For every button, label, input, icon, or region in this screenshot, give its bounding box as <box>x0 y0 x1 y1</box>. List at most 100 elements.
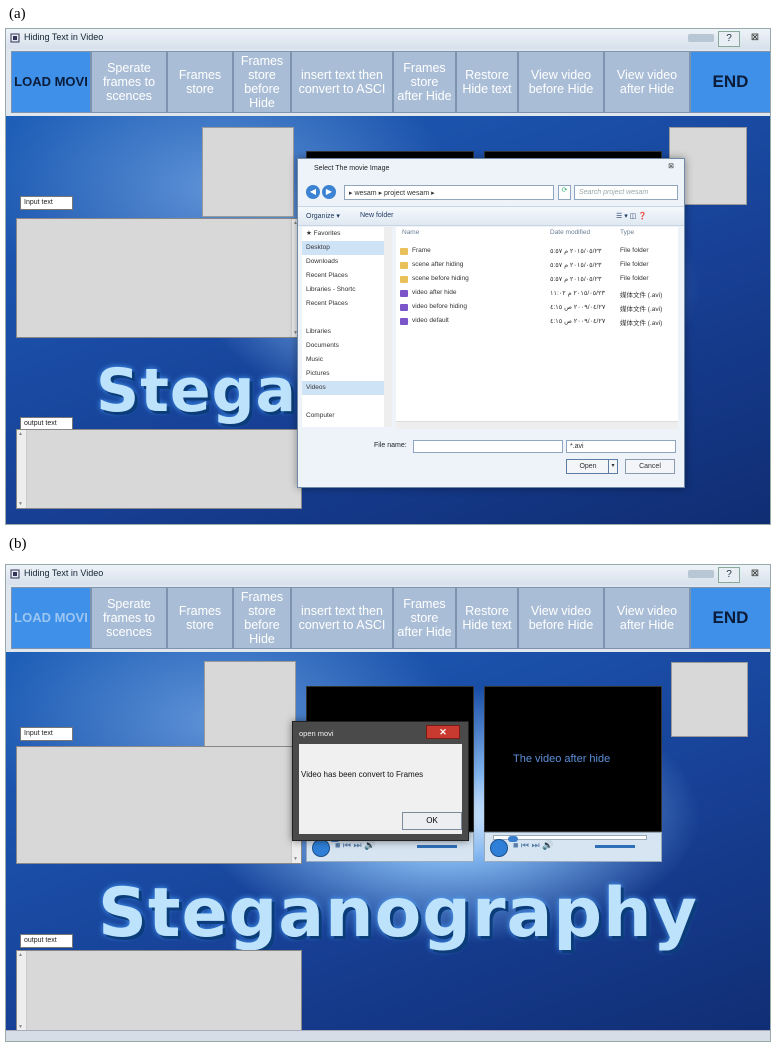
insert-text-button[interactable]: insert text then convert to ASCI <box>291 587 393 649</box>
tree-item-computer[interactable]: Computer <box>302 409 386 423</box>
file-type-select[interactable]: *.avi <box>566 440 676 453</box>
folder-icon <box>400 248 408 255</box>
open-button[interactable]: Open <box>566 459 610 474</box>
volume-slider[interactable] <box>595 845 635 848</box>
tree-item-music[interactable]: Music <box>302 353 386 367</box>
file-name: scene before hiding <box>412 275 469 282</box>
frames-store-after-hide-button[interactable]: Frames store after Hide <box>393 587 456 649</box>
file-row[interactable]: video default ٢٠٠٩/٠٤/٢٧ ص ٤:١٥ 媒体文件 (.avi… <box>396 315 678 328</box>
scrollbar[interactable] <box>17 430 27 508</box>
file-type: File folder <box>620 247 649 254</box>
file-row[interactable]: video before hiding ٢٠٠٩/٠٤/٢٧ ص ٤:١٥ 媒体文件… <box>396 301 678 314</box>
media-file-icon <box>400 290 408 297</box>
frames-store-before-hide-button[interactable]: Frames store before Hide <box>233 51 291 113</box>
frames-store-after-hide-button[interactable]: Frames store after Hide <box>393 51 456 113</box>
refresh-icon[interactable]: ⟳ <box>558 185 571 200</box>
video-after-player[interactable]: The video after hide <box>484 686 662 832</box>
input-text-label: Input text <box>20 196 73 210</box>
media-file-icon <box>400 304 408 311</box>
column-header-type[interactable]: Type <box>620 229 634 236</box>
organize-menu[interactable]: Organize ▾ <box>306 212 340 220</box>
file-date: ٢٠١٥/٠٥/٢٣ م ٥:٥٧ <box>550 262 602 269</box>
column-header-date[interactable]: Date modified <box>550 229 590 236</box>
tree-item-libraries[interactable]: Libraries <box>302 325 386 339</box>
horizontal-scrollbar[interactable] <box>396 421 678 429</box>
app-icon <box>10 33 20 43</box>
forward-icon[interactable]: ▶ <box>322 185 336 199</box>
play-icon[interactable] <box>490 839 508 857</box>
view-video-after-hide-button[interactable]: View video after Hide <box>604 587 690 649</box>
ok-button[interactable]: OK <box>402 812 462 830</box>
view-video-before-hide-button[interactable]: View video before Hide <box>518 51 604 113</box>
frame-preview-box <box>202 127 294 217</box>
dialog-close-button[interactable]: ⊠ <box>664 162 678 172</box>
file-row[interactable]: Frame ٢٠١٥/٠٥/٢٣ م ٥:٥٧ File folder <box>396 245 678 258</box>
view-options-icons[interactable]: ☰ ▾ ◫ ❓ <box>616 212 647 220</box>
tree-item-pictures[interactable]: Pictures <box>302 367 386 381</box>
folder-icon <box>400 276 408 283</box>
column-header-name[interactable]: Name <box>402 229 419 236</box>
new-folder-button[interactable]: New folder <box>360 212 393 219</box>
transport-controls-icons[interactable]: ■ ⏮ ⏭ 🔊 <box>335 840 375 851</box>
tree-scrollbar[interactable] <box>384 227 392 427</box>
help-button[interactable]: ? <box>718 567 740 583</box>
end-button[interactable]: END <box>690 51 770 113</box>
restore-hide-text-button[interactable]: Restore Hide text <box>456 587 518 649</box>
tree-item-desktop[interactable]: Desktop <box>302 241 386 255</box>
file-name: scene after hiding <box>412 261 464 268</box>
background-image: Steganography ■ ⏮ ⏭ 🔊 The video after hi… <box>6 652 770 1041</box>
frames-store-before-hide-button[interactable]: Frames store before Hide <box>233 587 291 649</box>
tree-item-libraries-shortcut[interactable]: Libraries - Shortc <box>302 283 386 297</box>
video-after-controls: ■ ⏮ ⏭ 🔊 <box>484 832 662 862</box>
insert-text-button[interactable]: insert text then convert to ASCI <box>291 51 393 113</box>
navigation-tree: ★ Favorites Desktop Downloads Recent Pla… <box>302 227 387 427</box>
file-row[interactable]: video after hide ٢٠١٥/٠٥/٢٣ م ١١:٠٢ 媒体文件 (… <box>396 287 678 300</box>
message-box-close-button[interactable]: ✕ <box>426 725 460 739</box>
scrollbar[interactable] <box>17 951 27 1031</box>
file-name-input[interactable] <box>413 440 563 453</box>
restore-hide-text-button[interactable]: Restore Hide text <box>456 51 518 113</box>
frames-store-button[interactable]: Frames store <box>167 51 233 113</box>
play-icon[interactable] <box>312 839 330 857</box>
frames-store-button[interactable]: Frames store <box>167 587 233 649</box>
file-row[interactable]: scene before hiding ٢٠١٥/٠٥/٢٣ م ٥:٥٧ File… <box>396 273 678 286</box>
help-button[interactable]: ? <box>718 31 740 47</box>
view-video-after-hide-button[interactable]: View video after Hide <box>604 51 690 113</box>
file-name-label: File name: <box>374 442 407 449</box>
tree-item-recent-places-2[interactable]: Recent Places <box>302 297 386 311</box>
file-row[interactable]: scene after hiding ٢٠١٥/٠٥/٢٣ م ٥:٥٧ File … <box>396 259 678 272</box>
open-dropdown-icon[interactable]: ▾ <box>608 459 618 474</box>
back-icon[interactable]: ◀ <box>306 185 320 199</box>
load-movie-button[interactable]: LOAD MOVI <box>11 51 91 113</box>
cancel-button[interactable]: Cancel <box>625 459 675 474</box>
search-input[interactable]: Search project wesam <box>574 185 678 200</box>
tree-item-downloads[interactable]: Downloads <box>302 255 386 269</box>
address-bar[interactable]: ▸ wesam ▸ project wesam ▸ <box>344 185 554 200</box>
end-button[interactable]: END <box>690 587 770 649</box>
input-text-area[interactable] <box>16 218 302 338</box>
output-text-area[interactable] <box>16 429 302 509</box>
close-button[interactable]: ⊠ <box>746 31 764 45</box>
volume-slider[interactable] <box>417 845 457 848</box>
file-type: 媒体文件 (.avi) <box>620 320 663 327</box>
window-title: Hiding Text in Video <box>24 568 104 578</box>
steganography-banner: Stega <box>96 356 298 426</box>
file-type: 媒体文件 (.avi) <box>620 292 663 299</box>
folder-icon <box>400 262 408 269</box>
input-text-label: Input text <box>20 727 73 741</box>
separate-frames-button[interactable]: Sperate frames to scences <box>91 587 167 649</box>
close-button[interactable]: ⊠ <box>746 567 764 581</box>
tree-item-recent-places[interactable]: Recent Places <box>302 269 386 283</box>
transport-controls-icons[interactable]: ■ ⏮ ⏭ 🔊 <box>513 840 553 851</box>
output-text-area[interactable] <box>16 950 302 1032</box>
load-movie-button[interactable]: LOAD MOVI <box>11 587 91 649</box>
tree-item-documents[interactable]: Documents <box>302 339 386 353</box>
message-box-text: Video has been convert to Frames <box>301 770 424 779</box>
media-file-icon <box>400 318 408 325</box>
input-text-area[interactable] <box>16 746 302 864</box>
view-video-before-hide-button[interactable]: View video before Hide <box>518 587 604 649</box>
tree-item-videos[interactable]: Videos <box>302 381 386 395</box>
separate-frames-button[interactable]: Sperate frames to scences <box>91 51 167 113</box>
tree-item-favorites[interactable]: ★ Favorites <box>302 227 386 241</box>
